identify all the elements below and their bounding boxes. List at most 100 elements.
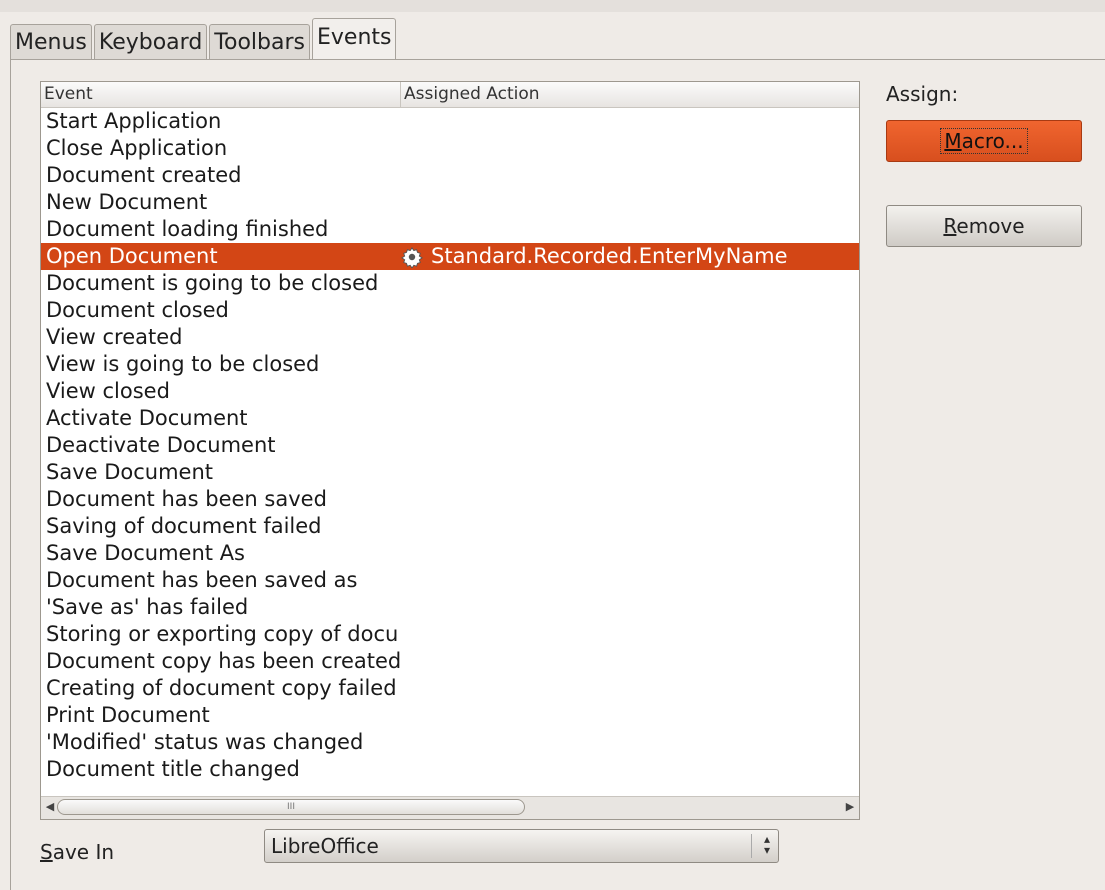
list-item[interactable]: Start Application bbox=[41, 108, 859, 135]
list-item[interactable]: Saving of document failed bbox=[41, 513, 859, 540]
list-item[interactable]: View created bbox=[41, 324, 859, 351]
tab-bar: Menus Keyboard Toolbars Events bbox=[10, 18, 398, 60]
list-item[interactable]: Document loading finished bbox=[41, 216, 859, 243]
event-name: 'Modified' status was changed bbox=[46, 730, 364, 754]
remove-button[interactable]: Remove bbox=[886, 205, 1082, 247]
event-name: Document is going to be closed bbox=[46, 271, 379, 295]
assigned-action bbox=[401, 594, 859, 621]
assigned-action bbox=[401, 459, 859, 486]
assigned-action bbox=[401, 675, 859, 702]
list-item[interactable]: Document closed bbox=[41, 297, 859, 324]
event-name: Document created bbox=[46, 163, 242, 187]
remove-button-label: Remove bbox=[943, 214, 1025, 238]
event-name: Document has been saved bbox=[46, 487, 327, 511]
tab-events[interactable]: Events bbox=[311, 18, 397, 60]
event-name: Save Document bbox=[46, 460, 214, 484]
event-name: Creating of document copy failed bbox=[46, 676, 397, 700]
list-item[interactable]: 'Save as' has failed bbox=[41, 594, 859, 621]
assigned-action bbox=[401, 702, 859, 729]
list-item[interactable]: Document has been saved as bbox=[41, 567, 859, 594]
save-in-label: Save In bbox=[40, 840, 115, 864]
assigned-action bbox=[401, 216, 859, 243]
assigned-action bbox=[401, 297, 859, 324]
assigned-action bbox=[401, 756, 859, 783]
assigned-action bbox=[401, 621, 859, 648]
tab-toolbars[interactable]: Toolbars bbox=[209, 24, 310, 60]
list-item[interactable]: Document copy has been created bbox=[41, 648, 859, 675]
event-name: View is going to be closed bbox=[46, 352, 320, 376]
assigned-action bbox=[401, 486, 859, 513]
scroll-thumb[interactable]: III bbox=[57, 799, 525, 815]
event-name: Close Application bbox=[46, 136, 228, 160]
assigned-action bbox=[401, 729, 859, 756]
assigned-action bbox=[401, 378, 859, 405]
list-item[interactable]: View is going to be closed bbox=[41, 351, 859, 378]
macro-gear-icon bbox=[401, 246, 423, 268]
save-in-select[interactable]: LibreOffice ▴ ▾ bbox=[264, 829, 779, 863]
scroll-right-arrow-icon[interactable]: ▶ bbox=[843, 799, 857, 815]
event-name: View created bbox=[46, 325, 183, 349]
event-name: Document loading finished bbox=[46, 217, 329, 241]
spin-arrows-icon: ▴ ▾ bbox=[751, 833, 770, 858]
event-name: Open Document bbox=[46, 244, 218, 268]
assigned-action bbox=[401, 162, 859, 189]
events-list[interactable]: Event Assigned Action Start Application C… bbox=[40, 81, 860, 820]
assigned-action bbox=[401, 405, 859, 432]
list-item[interactable]: Print Document bbox=[41, 702, 859, 729]
list-item[interactable]: Storing or exporting copy of docu bbox=[41, 621, 859, 648]
event-name: Document closed bbox=[46, 298, 229, 322]
list-item[interactable]: Save Document As bbox=[41, 540, 859, 567]
macro-button-label: Macro... bbox=[940, 128, 1028, 154]
top-edge bbox=[0, 0, 1105, 12]
event-name: 'Save as' has failed bbox=[46, 595, 249, 619]
list-item[interactable]: Document created bbox=[41, 162, 859, 189]
assigned-action bbox=[401, 270, 859, 297]
list-item[interactable]: View closed bbox=[41, 378, 859, 405]
list-item[interactable]: 'Modified' status was changed bbox=[41, 729, 859, 756]
list-item[interactable]: Close Application bbox=[41, 135, 859, 162]
list-item[interactable]: Document has been saved bbox=[41, 486, 859, 513]
remove-button-label-rest: emove bbox=[956, 214, 1025, 238]
assigned-action bbox=[401, 432, 859, 459]
list-item[interactable]: Document is going to be closed bbox=[41, 270, 859, 297]
assigned-action bbox=[401, 324, 859, 351]
macro-button-label-rest: acro... bbox=[961, 129, 1024, 153]
event-name: Save Document As bbox=[46, 541, 245, 565]
scroll-left-arrow-icon[interactable]: ◀ bbox=[43, 799, 57, 815]
column-header-assigned-action[interactable]: Assigned Action bbox=[401, 82, 859, 107]
event-name: Deactivate Document bbox=[46, 433, 276, 457]
event-name: Activate Document bbox=[46, 406, 248, 430]
event-name: Saving of document failed bbox=[46, 514, 322, 538]
event-name: Document copy has been created bbox=[46, 649, 401, 673]
list-item[interactable]: Deactivate Document bbox=[41, 432, 859, 459]
assigned-action bbox=[401, 351, 859, 378]
list-item[interactable]: New Document bbox=[41, 189, 859, 216]
event-name: Document has been saved as bbox=[46, 568, 358, 592]
assigned-action bbox=[401, 135, 859, 162]
column-header-event[interactable]: Event bbox=[41, 82, 401, 107]
save-in-label-rest: ave In bbox=[52, 840, 115, 864]
event-name: Document title changed bbox=[46, 757, 300, 781]
assigned-action bbox=[401, 648, 859, 675]
list-item[interactable]: Creating of document copy failed bbox=[41, 675, 859, 702]
tab-menus[interactable]: Menus bbox=[10, 24, 92, 60]
save-in-value: LibreOffice bbox=[271, 834, 379, 858]
assigned-action bbox=[401, 189, 859, 216]
event-name: View closed bbox=[46, 379, 170, 403]
assigned-action-label: Standard.Recorded.EnterMyName bbox=[431, 244, 788, 268]
event-name: New Document bbox=[46, 190, 208, 214]
list-item[interactable]: Save Document bbox=[41, 459, 859, 486]
event-name: Start Application bbox=[46, 109, 222, 133]
event-name: Storing or exporting copy of docu bbox=[46, 622, 399, 646]
list-item[interactable]: Document title changed bbox=[41, 756, 859, 783]
assigned-action bbox=[401, 540, 859, 567]
tab-keyboard[interactable]: Keyboard bbox=[93, 24, 208, 60]
assigned-action bbox=[401, 567, 859, 594]
assigned-action bbox=[401, 513, 859, 540]
list-rows: Start Application Close Application Docume… bbox=[41, 108, 859, 783]
list-item[interactable]: Activate Document bbox=[41, 405, 859, 432]
event-name: Print Document bbox=[46, 703, 210, 727]
macro-button[interactable]: Macro... bbox=[886, 120, 1082, 162]
horizontal-scrollbar[interactable]: ◀ III ▶ bbox=[41, 796, 859, 819]
list-item[interactable]: Open Document Standard.Recorded.EnterMyNa… bbox=[41, 243, 859, 270]
